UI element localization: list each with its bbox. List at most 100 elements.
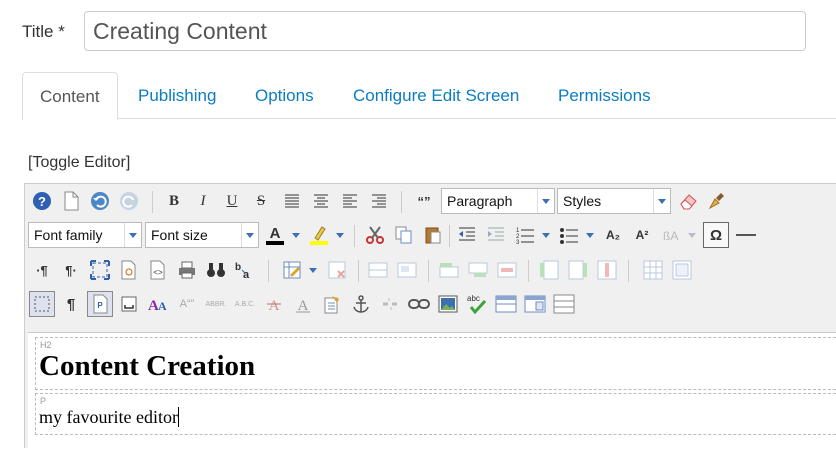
paragraph-block[interactable]: P my favourite editor: [35, 393, 836, 435]
title-input[interactable]: Creating Content: [84, 11, 806, 51]
format-select[interactable]: Paragraph: [441, 188, 555, 214]
fullscreen-button[interactable]: [87, 257, 113, 283]
cleanup-button[interactable]: [704, 188, 730, 214]
styles-select[interactable]: Styles: [557, 188, 671, 214]
row-props-button[interactable]: [365, 257, 391, 283]
svg-text:b: b: [235, 262, 241, 273]
image-button[interactable]: [435, 291, 461, 317]
search-button[interactable]: [203, 257, 229, 283]
table-insert-button[interactable]: [279, 257, 305, 283]
replace-button[interactable]: ba: [232, 257, 258, 283]
font-family-select[interactable]: Font family: [28, 222, 142, 248]
print-button[interactable]: [174, 257, 200, 283]
outdent-button[interactable]: [454, 222, 480, 248]
editor-content-area[interactable]: H2 Content Creation P my favourite edito…: [28, 332, 836, 450]
horizontal-rule-button[interactable]: [733, 222, 759, 248]
cut-button[interactable]: [362, 222, 388, 248]
ltr-button[interactable]: ·¶: [29, 257, 55, 283]
editor-heading[interactable]: Content Creation: [39, 350, 255, 383]
tab-content[interactable]: Content: [22, 72, 118, 120]
superscript-button[interactable]: A²: [629, 222, 655, 248]
align-left-button[interactable]: [337, 188, 363, 214]
tab-configure-edit-screen[interactable]: Configure Edit Screen: [336, 72, 536, 119]
align-right-button[interactable]: [366, 188, 392, 214]
tab-permissions[interactable]: Permissions: [541, 72, 668, 119]
cite-button[interactable]: A“”: [174, 291, 200, 317]
insert-row-before-button[interactable]: [436, 257, 462, 283]
insert-row-after-button[interactable]: [465, 257, 491, 283]
paste-button[interactable]: [420, 222, 446, 248]
subscript-button[interactable]: A₂: [600, 222, 626, 248]
layer-button[interactable]: [522, 291, 548, 317]
align-justify-button[interactable]: [279, 188, 305, 214]
numbered-list-button[interactable]: 123: [512, 222, 538, 248]
template-button[interactable]: [493, 291, 519, 317]
style-props-button[interactable]: AA: [145, 291, 171, 317]
merge-cells-button[interactable]: [669, 257, 695, 283]
align-center-button[interactable]: [308, 188, 334, 214]
redo-button[interactable]: [116, 188, 142, 214]
page-break-button[interactable]: [551, 291, 577, 317]
anchor-button[interactable]: [348, 291, 374, 317]
clear-formatting-button[interactable]: [675, 188, 701, 214]
indent-icon: [488, 227, 504, 241]
split-cells-button[interactable]: [640, 257, 666, 283]
bullet-list-button[interactable]: [556, 222, 582, 248]
preview-button[interactable]: [116, 257, 142, 283]
highlight-color-dropdown[interactable]: [333, 222, 347, 248]
spellcheck-button[interactable]: abc: [464, 291, 490, 317]
pilcrow-icon: ¶: [66, 295, 76, 313]
bullet-list-dropdown[interactable]: [583, 222, 597, 248]
tab-publishing[interactable]: Publishing: [121, 72, 233, 119]
cell-props-button[interactable]: [394, 257, 420, 283]
underline-icon: U: [226, 192, 238, 209]
help-button[interactable]: ?: [29, 188, 55, 214]
insert-col-after-button[interactable]: [565, 257, 591, 283]
tab-options[interactable]: Options: [238, 72, 331, 119]
underline-button[interactable]: U: [219, 188, 245, 214]
delete-text-button[interactable]: A: [261, 291, 287, 317]
indent-button[interactable]: [483, 222, 509, 248]
svg-text:A: A: [270, 225, 281, 242]
undo-button[interactable]: [87, 188, 113, 214]
text-color-dropdown[interactable]: [289, 222, 303, 248]
delete-table-icon: [328, 261, 346, 279]
highlight-color-button[interactable]: [306, 222, 332, 248]
show-invisible-chars-button[interactable]: ¶: [58, 291, 84, 317]
special-character-button[interactable]: Ω: [703, 222, 729, 248]
visual-aid-button[interactable]: [29, 291, 55, 317]
image-icon: [438, 295, 458, 313]
bold-button[interactable]: B: [161, 188, 187, 214]
blockquote-button[interactable]: “”: [411, 188, 437, 214]
link-button[interactable]: [406, 291, 432, 317]
text-color-button[interactable]: A: [262, 222, 288, 248]
attributes-button[interactable]: [319, 291, 345, 317]
new-document-button[interactable]: [58, 188, 84, 214]
delete-row-button[interactable]: [494, 257, 520, 283]
nonbreaking-space-button[interactable]: [116, 291, 142, 317]
italic-button[interactable]: I: [190, 188, 216, 214]
source-code-button[interactable]: <>: [145, 257, 171, 283]
abbr-button[interactable]: ABBR.: [203, 291, 229, 317]
editor-paragraph[interactable]: my favourite editor: [39, 407, 179, 428]
numbered-list-dropdown[interactable]: [539, 222, 553, 248]
copy-button[interactable]: [391, 222, 417, 248]
preview-icon: [121, 260, 136, 280]
acronym-button[interactable]: A.B.C.: [232, 291, 258, 317]
strikethrough-button[interactable]: S: [248, 188, 274, 214]
attributes-icon: [324, 296, 339, 314]
insert-text-button[interactable]: A: [290, 291, 316, 317]
toggle-editor-link[interactable]: [Toggle Editor]: [28, 154, 130, 172]
insert-col-before-button[interactable]: [536, 257, 562, 283]
heading-block[interactable]: H2 Content Creation: [35, 337, 836, 390]
rtl-button[interactable]: ¶·: [58, 257, 84, 283]
table-insert-dropdown[interactable]: [306, 257, 320, 283]
unlink-button[interactable]: [377, 291, 403, 317]
delete-table-button[interactable]: [324, 257, 350, 283]
char-map-button[interactable]: ßA: [658, 222, 684, 248]
delete-col-button[interactable]: [594, 257, 620, 283]
show-blocks-button[interactable]: P: [87, 291, 113, 317]
font-size-select[interactable]: Font size: [145, 222, 259, 248]
table-edit-icon: [283, 261, 301, 279]
char-map-dropdown[interactable]: [685, 222, 699, 248]
